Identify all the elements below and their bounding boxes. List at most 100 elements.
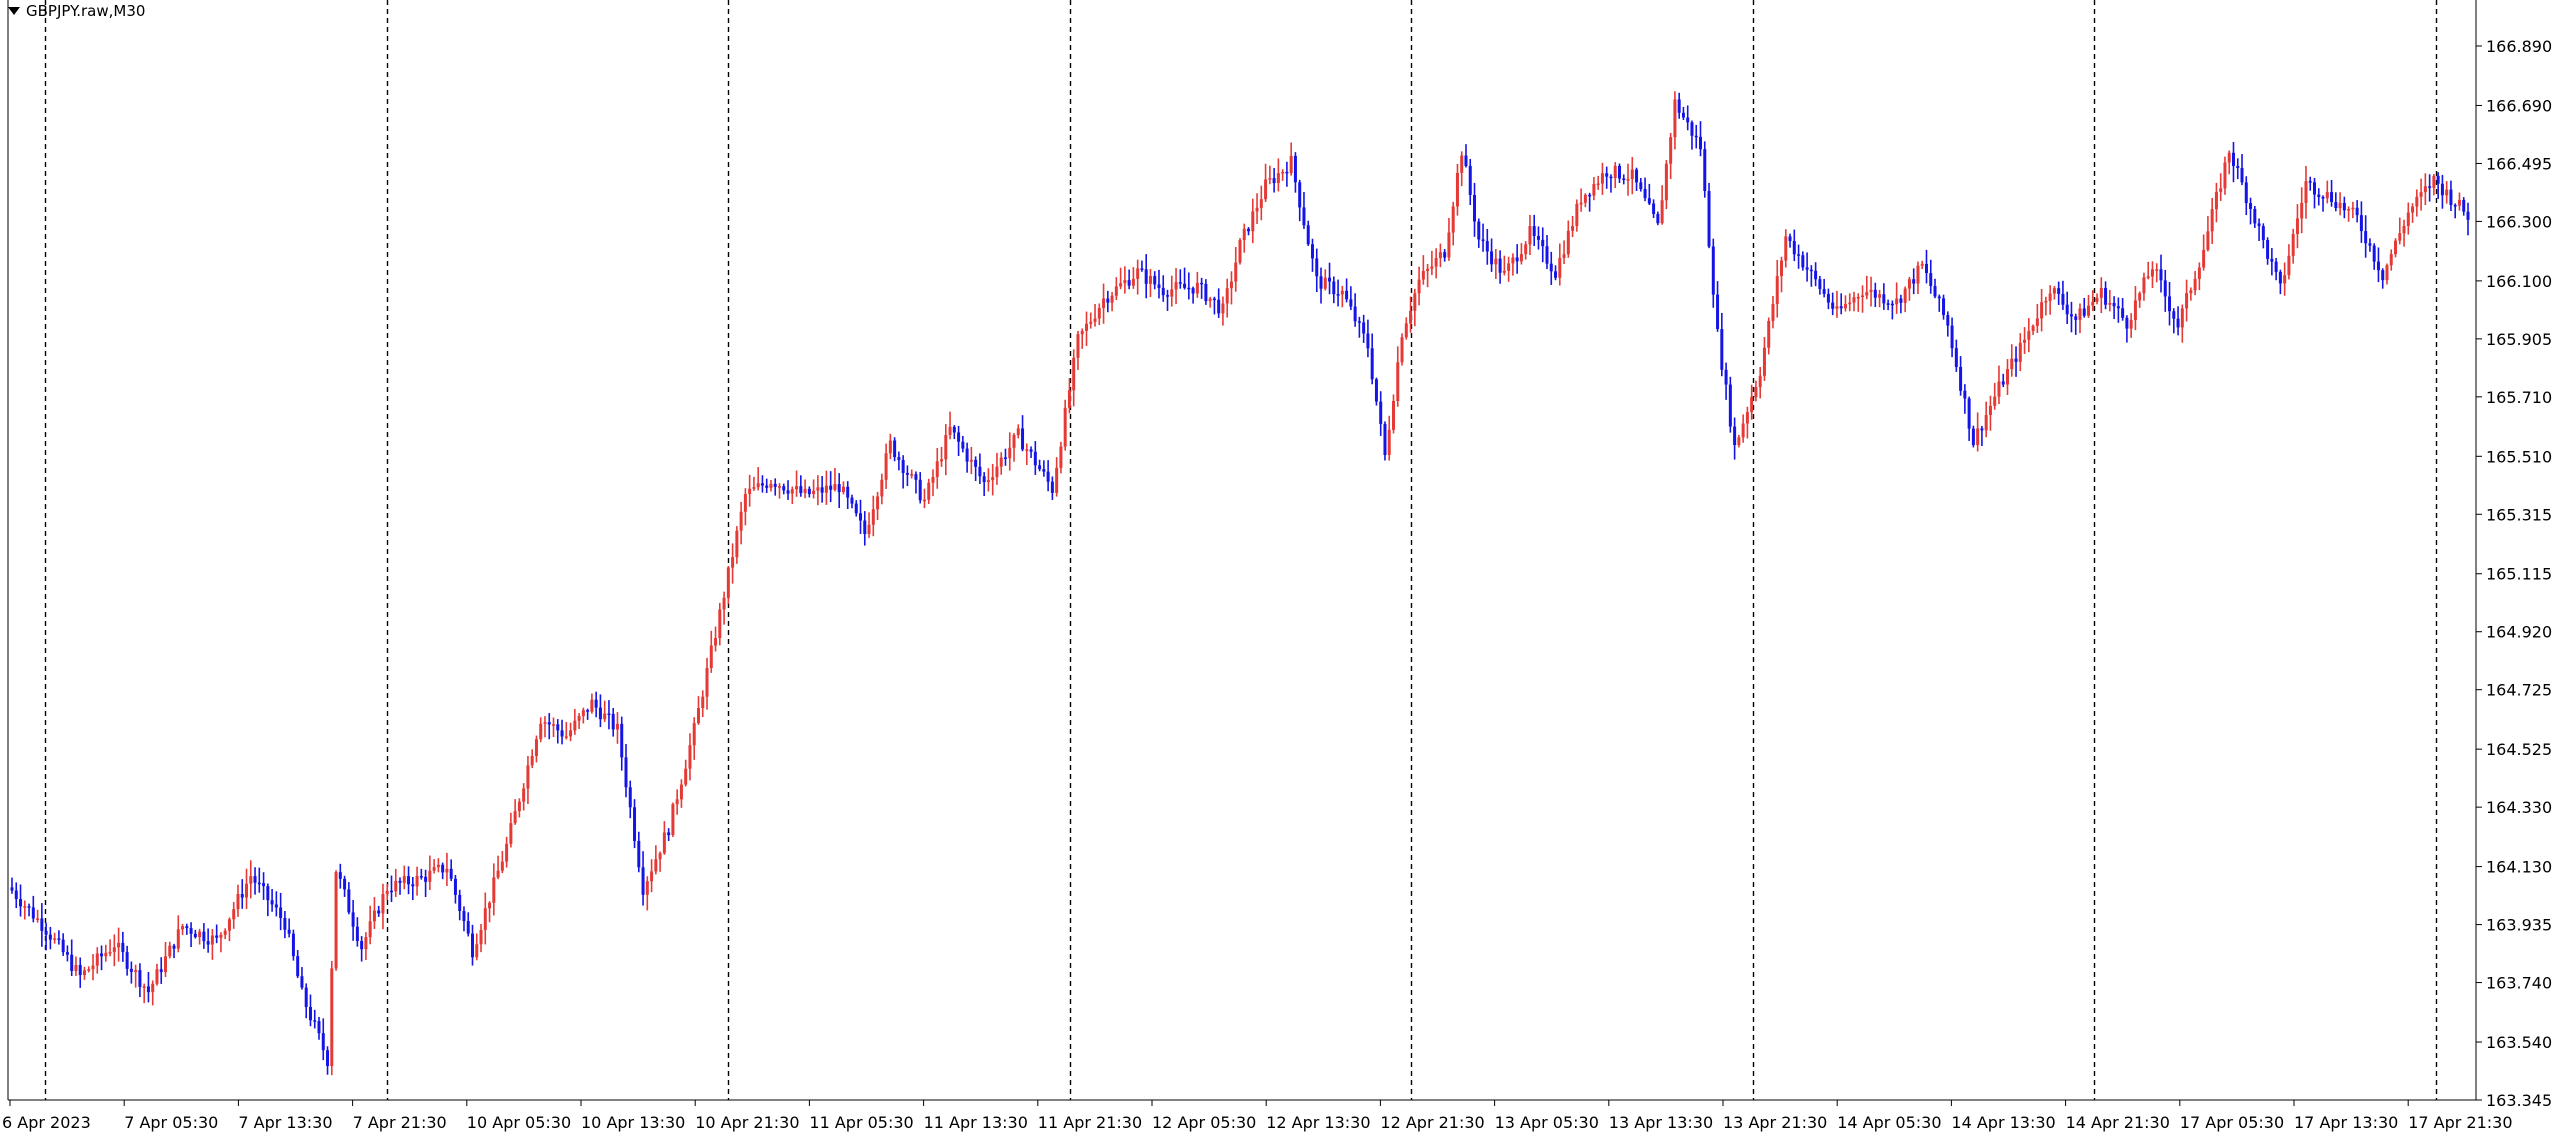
candle-body: [1144, 269, 1148, 284]
candle: [1848, 293, 1852, 312]
candle: [1426, 263, 1430, 288]
candle-body: [1545, 246, 1549, 264]
candle: [78, 957, 82, 988]
candle-body: [185, 926, 189, 929]
candlestick-chart[interactable]: 166.890 166.690 166.495 166.300 166.100 165.9…: [0, 0, 2560, 1142]
candle-body: [65, 952, 69, 955]
candle: [846, 481, 850, 509]
candle: [778, 483, 781, 499]
candle-body: [1758, 375, 1762, 388]
y-tick-label: 166.495: [2486, 154, 2552, 173]
candle: [944, 424, 948, 476]
candle-body: [1946, 315, 1950, 326]
candle: [125, 945, 129, 976]
candle-body: [121, 942, 125, 953]
candle: [1281, 169, 1285, 181]
candle-body: [338, 872, 342, 879]
candle-body: [2436, 175, 2440, 184]
candle-body: [735, 530, 739, 558]
candle-body: [2453, 204, 2457, 207]
candle-body: [522, 788, 526, 802]
candle-body: [266, 886, 270, 901]
candle: [2176, 306, 2180, 336]
candle-body: [40, 918, 44, 931]
candle: [2010, 344, 2014, 377]
candle: [965, 442, 969, 473]
candle-body: [2389, 254, 2393, 266]
candle-body: [2440, 183, 2444, 196]
candle-body: [257, 882, 261, 885]
candle-body: [1353, 306, 1357, 322]
candle: [129, 961, 133, 984]
candle-body: [1413, 293, 1417, 311]
candle-body: [82, 970, 86, 976]
candle: [2001, 373, 2005, 388]
candle-body: [526, 765, 530, 789]
candle: [1200, 277, 1204, 299]
candle: [782, 483, 786, 495]
candle: [1511, 253, 1515, 276]
candle: [1536, 226, 1540, 250]
candle-body: [402, 876, 406, 883]
candle-body: [2266, 240, 2270, 259]
candle: [1302, 191, 1306, 229]
candle-body: [799, 486, 803, 494]
candle-body: [1281, 171, 1285, 174]
candle-body: [1933, 285, 1937, 297]
candle: [2244, 176, 2248, 216]
candle: [1119, 267, 1123, 290]
candle-body: [138, 970, 142, 987]
candle-body: [2321, 197, 2325, 199]
candle: [1306, 220, 1310, 246]
candle-body: [1485, 241, 1489, 252]
candle: [368, 905, 372, 945]
candle-body: [1554, 271, 1558, 278]
candle: [1148, 268, 1152, 298]
candle-body: [1251, 211, 1255, 232]
candle-body: [210, 935, 214, 945]
candle-body: [978, 466, 982, 477]
candle-body: [1771, 304, 1775, 321]
candle-body: [2082, 308, 2086, 316]
candle-body: [2372, 245, 2376, 262]
candle: [1907, 276, 1911, 301]
candle: [829, 471, 833, 503]
candle: [1170, 275, 1174, 307]
candle-body: [824, 485, 828, 493]
candle: [1093, 304, 1097, 327]
candle-body: [313, 1020, 317, 1022]
candle-body: [1490, 251, 1494, 265]
candle: [1332, 276, 1336, 304]
candle: [1852, 291, 1856, 312]
candle: [1592, 177, 1596, 201]
candle-body: [2457, 199, 2461, 206]
candle: [1387, 415, 1391, 461]
candle-body: [2257, 223, 2261, 227]
candle-body: [1797, 254, 1801, 256]
candle: [2197, 262, 2201, 291]
candle-body: [2231, 152, 2235, 166]
candle-body: [1780, 260, 1784, 277]
candle-body: [637, 840, 641, 868]
candle-body: [14, 890, 18, 900]
candle: [1464, 144, 1468, 168]
candle: [1971, 425, 1975, 448]
candle: [1340, 285, 1344, 308]
candle-body: [2347, 208, 2351, 211]
x-tick-label: 12 Apr 21:30: [1380, 1113, 1484, 1132]
candle-body: [1524, 244, 1528, 255]
candle-body: [125, 952, 129, 969]
candle: [1319, 267, 1323, 304]
candle: [1033, 441, 1037, 475]
candle-body: [2308, 181, 2312, 183]
candle: [547, 713, 551, 740]
candle: [138, 963, 142, 998]
candle-body: [1208, 298, 1212, 302]
candle-body: [1016, 428, 1020, 436]
candle-body: [462, 911, 466, 922]
candle: [645, 876, 649, 911]
candle-body: [172, 945, 176, 949]
candle-body: [1481, 239, 1485, 242]
candle-body: [1711, 246, 1715, 295]
candle-body: [95, 953, 99, 966]
